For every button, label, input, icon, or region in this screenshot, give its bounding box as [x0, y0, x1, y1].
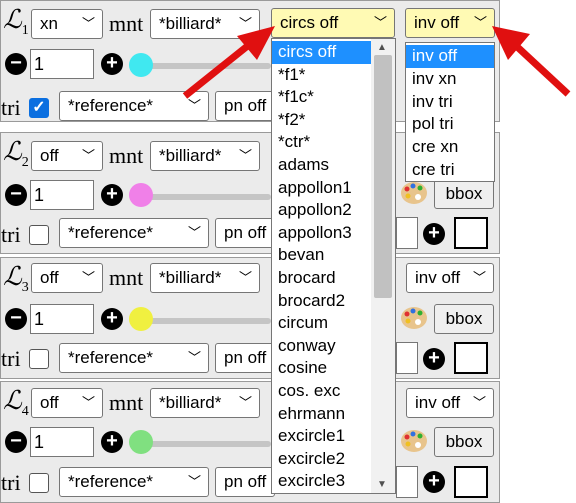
pn-select[interactable]: pn off — [215, 218, 275, 248]
chevron-down-icon: ﹀ — [81, 148, 95, 163]
red-arrow-icon — [182, 26, 275, 99]
stepper-input[interactable]: 1 — [30, 427, 94, 457]
color-swatch[interactable] — [454, 466, 488, 498]
chevron-down-icon: ﹀ — [472, 395, 486, 410]
plus-circle-icon[interactable]: + — [101, 431, 123, 453]
color-input[interactable] — [396, 217, 418, 249]
slider-thumb[interactable] — [129, 53, 153, 77]
dropdown-option[interactable]: cre xn — [406, 136, 494, 159]
tri-checkbox[interactable] — [29, 473, 49, 493]
mounting-select[interactable]: *billiard* ﹀ — [150, 263, 260, 293]
tri-checkbox[interactable]: ✓ — [29, 98, 49, 118]
mnt-label: mnt — [109, 390, 144, 415]
slider-track[interactable] — [141, 441, 271, 447]
dropdown-option[interactable]: inv off — [406, 45, 494, 68]
conic-select[interactable]: off ﹀ — [31, 141, 103, 171]
chevron-down-icon: ﹀ — [81, 16, 95, 31]
bbox-button[interactable]: bbox — [434, 427, 494, 457]
slider-track[interactable] — [141, 194, 271, 200]
chevron-down-icon: ﹀ — [238, 270, 252, 285]
pn-select[interactable]: pn off — [215, 467, 275, 497]
conic-panel-3: ℒ3 off ﹀ mnt *billiard* ﹀ inv off ﹀ − 1 + b… — [0, 257, 500, 379]
plus-circle-icon[interactable]: + — [423, 223, 445, 245]
scroll-up-icon[interactable]: ▲ — [377, 42, 387, 53]
minus-circle-icon[interactable]: − — [5, 184, 27, 206]
plus-circle-icon[interactable]: + — [101, 184, 123, 206]
color-swatch[interactable] — [454, 342, 488, 374]
conic-label: ℒ1 — [3, 5, 29, 39]
mnt-label: mnt — [109, 143, 144, 168]
triangle-select[interactable]: *reference* ﹀ — [59, 218, 209, 248]
conic-label: ℒ4 — [3, 386, 29, 420]
tri-label: tri — [1, 222, 21, 247]
pn-select[interactable]: pn off — [215, 343, 275, 373]
dropdown-option[interactable]: inv xn — [406, 68, 494, 91]
tri-label: tri — [1, 470, 21, 495]
chevron-down-icon: ﹀ — [81, 395, 95, 410]
dropdown-option[interactable]: inv tri — [406, 91, 494, 114]
conic-panel-4: ℒ4 off ﹀ mnt *billiard* ﹀ inv off ﹀ − 1 + b… — [0, 381, 500, 503]
triangle-select[interactable]: *reference* ﹀ — [59, 343, 209, 373]
chevron-down-icon: ﹀ — [373, 15, 387, 30]
chevron-down-icon: ﹀ — [187, 225, 201, 240]
chevron-down-icon: ﹀ — [187, 474, 201, 489]
plus-circle-icon[interactable]: + — [101, 308, 123, 330]
chevron-down-icon: ﹀ — [472, 270, 486, 285]
minus-circle-icon[interactable]: − — [5, 308, 27, 330]
slider-thumb[interactable] — [129, 307, 153, 331]
tri-label: tri — [1, 346, 21, 371]
mounting-select[interactable]: *billiard* ﹀ — [150, 388, 260, 418]
color-swatch[interactable] — [454, 217, 488, 249]
tri-label: tri — [1, 95, 21, 120]
stepper-input[interactable]: 1 — [30, 49, 94, 79]
scroll-down-icon[interactable]: ▼ — [377, 479, 387, 490]
conic-select[interactable]: off ﹀ — [31, 388, 103, 418]
slider-thumb[interactable] — [129, 183, 153, 207]
slider-track[interactable] — [141, 318, 271, 324]
scrollbar-thumb[interactable] — [374, 55, 392, 298]
chevron-down-icon: ﹀ — [238, 148, 252, 163]
mnt-label: mnt — [109, 11, 144, 36]
stepper-input[interactable]: 1 — [30, 304, 94, 334]
bbox-button[interactable]: bbox — [434, 179, 494, 209]
tri-checkbox[interactable] — [29, 349, 49, 369]
stepper-input[interactable]: 1 — [30, 180, 94, 210]
conic-select[interactable]: off ﹀ — [31, 263, 103, 293]
dropdown-option[interactable]: pol tri — [406, 113, 494, 136]
red-arrow-icon — [492, 26, 571, 97]
minus-circle-icon[interactable]: − — [5, 53, 27, 75]
plus-circle-icon[interactable]: + — [101, 53, 123, 75]
bbox-button[interactable]: bbox — [434, 304, 494, 334]
chevron-down-icon: ﹀ — [81, 270, 95, 285]
palette-icon[interactable] — [399, 304, 429, 332]
plus-circle-icon[interactable]: + — [423, 471, 445, 493]
conic-select[interactable]: xn ﹀ — [31, 9, 103, 39]
dropdown-option[interactable]: cre tri — [406, 159, 494, 181]
conic-label: ℒ2 — [3, 137, 29, 171]
inv-select[interactable]: inv off ﹀ — [406, 263, 494, 293]
color-input[interactable] — [396, 466, 418, 498]
chevron-down-icon: ﹀ — [238, 395, 252, 410]
chevron-down-icon: ﹀ — [187, 350, 201, 365]
plus-circle-icon[interactable]: + — [423, 348, 445, 370]
minus-circle-icon[interactable]: − — [5, 431, 27, 453]
mounting-select[interactable]: *billiard* ﹀ — [150, 141, 260, 171]
slider-thumb[interactable] — [129, 430, 153, 454]
mnt-label: mnt — [109, 265, 144, 290]
circs-select[interactable]: circs off ﹀ — [271, 8, 395, 38]
palette-icon[interactable] — [399, 427, 429, 455]
triangle-select[interactable]: *reference* ﹀ — [59, 467, 209, 497]
color-input[interactable] — [396, 342, 418, 374]
dropdown-scrollbar[interactable]: ▲ ▼ — [371, 39, 395, 493]
inv-select[interactable]: inv off ﹀ — [406, 388, 494, 418]
tri-checkbox[interactable] — [29, 225, 49, 245]
palette-icon[interactable] — [399, 179, 429, 207]
conic-label: ℒ3 — [3, 262, 29, 296]
circs-dropdown-list[interactable]: circs off *f1* *f1c* *f2* *ctr* adams appollon… — [271, 38, 396, 494]
